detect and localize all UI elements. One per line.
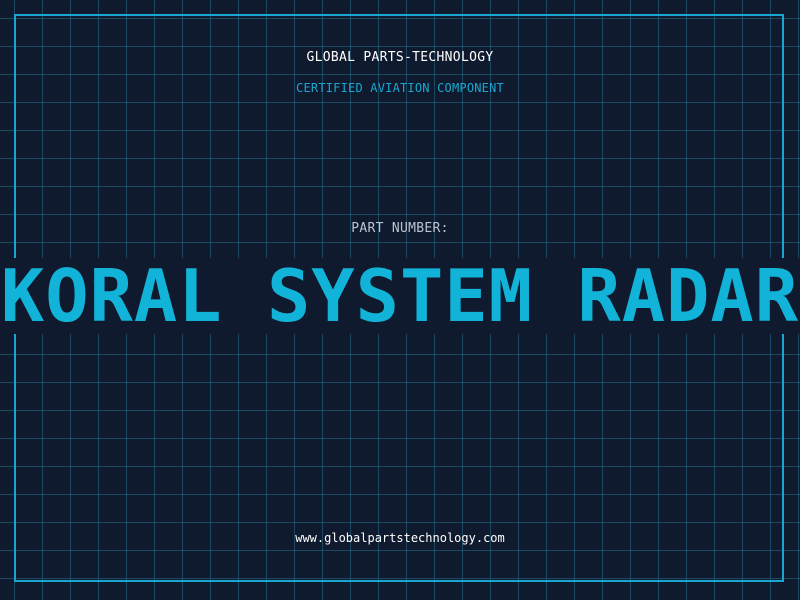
part-number-value: KORAL SYSTEM RADAR xyxy=(0,258,800,334)
part-number-label: PART NUMBER: xyxy=(351,221,449,236)
tagline: CERTIFIED AVIATION COMPONENT xyxy=(296,81,504,95)
company-name: GLOBAL PARTS-TECHNOLOGY xyxy=(306,50,494,65)
website-url: www.globalpartstechnology.com xyxy=(295,531,505,545)
part-number-band: KORAL SYSTEM RADAR xyxy=(0,258,800,334)
